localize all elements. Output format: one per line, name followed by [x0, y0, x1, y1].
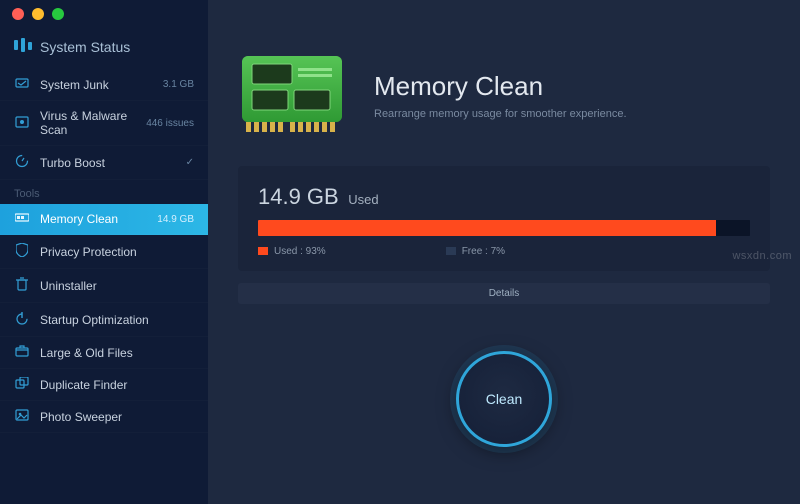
nav-label: Memory Clean [40, 212, 147, 226]
ram-chip-icon [238, 50, 346, 140]
shield-icon [14, 243, 30, 260]
memory-bar [258, 220, 750, 236]
watermark: wsxdn.com [732, 250, 792, 262]
clean-button[interactable]: Clean [456, 351, 552, 447]
sidebar-item-uninstaller[interactable]: Uninstaller [0, 269, 208, 303]
sidebar: System Status System Junk 3.1 GB Virus &… [0, 0, 208, 504]
memory-icon [14, 212, 30, 226]
nav-label: Turbo Boost [40, 156, 176, 170]
nav-value: 3.1 GB [163, 79, 194, 90]
memory-bar-free [716, 220, 750, 236]
minimize-window[interactable] [32, 8, 44, 20]
box-icon [14, 345, 30, 360]
sidebar-item-large-old-files[interactable]: Large & Old Files [0, 337, 208, 369]
main-content: Memory Clean Rearrange memory usage for … [208, 0, 800, 504]
clean-button-label: Clean [486, 391, 523, 407]
nav-label: Virus & Malware Scan [40, 109, 136, 137]
memory-usage-line: 14.9 GB Used [258, 184, 750, 210]
brand-title: System Status [40, 39, 130, 55]
brand-row: System Status [0, 34, 208, 69]
turbo-icon [14, 154, 30, 171]
memory-suffix: Used [348, 192, 378, 207]
sidebar-item-photo-sweeper[interactable]: Photo Sweeper [0, 401, 208, 433]
sidebar-item-memory-clean[interactable]: Memory Clean 14.9 GB [0, 204, 208, 235]
hero: Memory Clean Rearrange memory usage for … [238, 50, 770, 140]
sidebar-item-startup-optimization[interactable]: Startup Optimization [0, 303, 208, 337]
junk-icon [14, 77, 30, 92]
memory-amount: 14.9 GB [258, 184, 339, 209]
memory-legend: Used : 93% Free : 7% [258, 246, 750, 257]
memory-bar-used [258, 220, 716, 236]
sidebar-item-privacy-protection[interactable]: Privacy Protection [0, 235, 208, 269]
power-icon [14, 311, 30, 328]
nav-label: Large & Old Files [40, 346, 194, 360]
trash-icon [14, 277, 30, 294]
page-subtitle: Rearrange memory usage for smoother expe… [374, 108, 627, 120]
sidebar-item-system-junk[interactable]: System Junk 3.1 GB [0, 69, 208, 101]
tools-section-label: Tools [0, 180, 208, 204]
memory-panel: 14.9 GB Used Used : 93% Free : 7% [238, 166, 770, 271]
nav-label: Startup Optimization [40, 313, 194, 327]
duplicate-icon [14, 377, 30, 392]
checkmark-icon: ✓ [186, 157, 194, 168]
nav-value: 446 issues [146, 118, 194, 129]
sidebar-item-virus-scan[interactable]: Virus & Malware Scan 446 issues [0, 101, 208, 146]
nav-label: Duplicate Finder [40, 378, 194, 392]
legend-used: Used : 93% [258, 246, 326, 257]
legend-free: Free : 7% [446, 246, 505, 257]
details-button[interactable]: Details [238, 283, 770, 304]
system-status-icon [14, 38, 32, 55]
nav-label: System Junk [40, 78, 153, 92]
virus-icon [14, 116, 30, 131]
maximize-window[interactable] [52, 8, 64, 20]
swatch-used-icon [258, 247, 268, 255]
photo-icon [14, 409, 30, 424]
swatch-free-icon [446, 247, 456, 255]
nav-value: 14.9 GB [157, 214, 194, 225]
close-window[interactable] [12, 8, 24, 20]
nav-label: Photo Sweeper [40, 410, 194, 424]
nav-label: Uninstaller [40, 279, 194, 293]
nav-label: Privacy Protection [40, 245, 194, 259]
page-title: Memory Clean [374, 71, 627, 102]
sidebar-item-duplicate-finder[interactable]: Duplicate Finder [0, 369, 208, 401]
sidebar-item-turbo-boost[interactable]: Turbo Boost ✓ [0, 146, 208, 180]
